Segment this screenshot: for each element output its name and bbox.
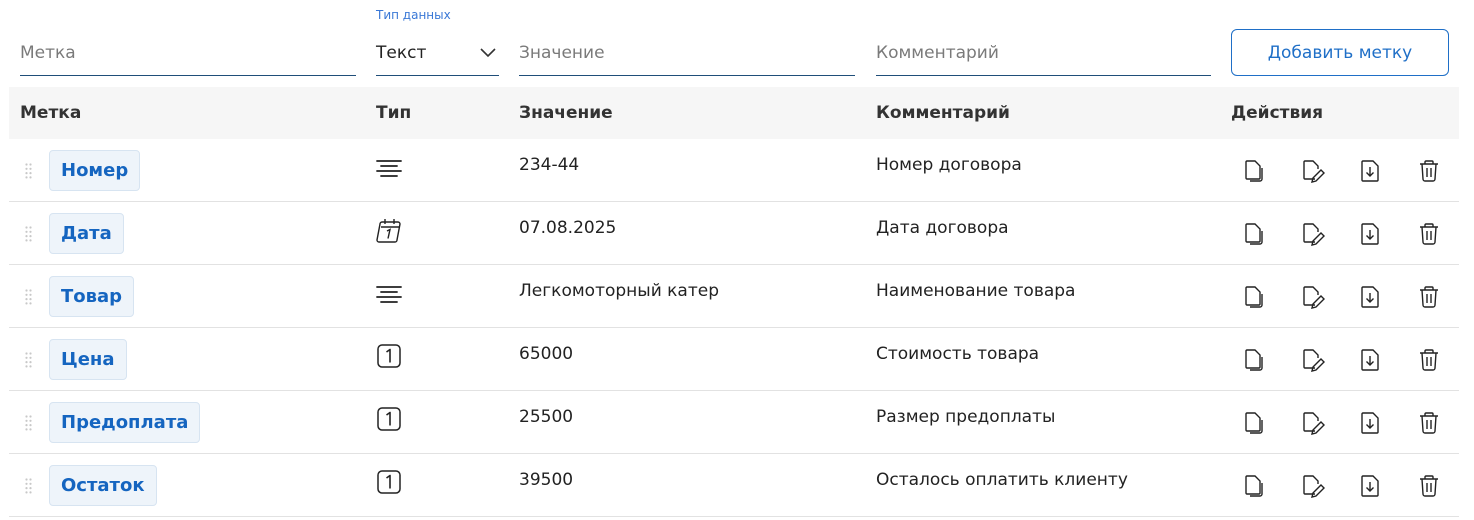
copy-icon[interactable]	[1239, 407, 1271, 439]
text-type-icon	[375, 153, 403, 181]
comment-cell: Наименование товара	[876, 281, 1076, 301]
delete-icon[interactable]	[1413, 407, 1445, 439]
label-tag[interactable]: Остаток	[49, 465, 157, 506]
comment-input[interactable]	[876, 30, 1211, 76]
row-actions	[1239, 470, 1444, 502]
number-type-icon	[375, 342, 403, 370]
row-actions	[1239, 155, 1444, 187]
row-actions	[1239, 218, 1444, 250]
drag-handle-icon[interactable]	[25, 289, 32, 305]
insert-icon[interactable]	[1355, 407, 1387, 439]
label-input[interactable]	[20, 30, 356, 76]
header-actions: Действия	[1231, 103, 1324, 123]
row-actions	[1239, 281, 1444, 313]
edit-icon[interactable]	[1297, 218, 1329, 250]
delete-icon[interactable]	[1413, 155, 1445, 187]
edit-icon[interactable]	[1297, 155, 1329, 187]
date-type-icon	[375, 216, 403, 244]
comment-cell: Номер договора	[876, 155, 1022, 175]
table-row: Номер 234-44 Номер договора	[9, 139, 1459, 202]
drag-handle-icon[interactable]	[25, 478, 32, 494]
copy-icon[interactable]	[1239, 155, 1271, 187]
delete-icon[interactable]	[1413, 218, 1445, 250]
table-row: Предоплата 25500 Размер предоплаты	[9, 391, 1459, 454]
comment-cell: Стоимость товара	[876, 344, 1040, 364]
labels-table: Метка Тип Значение Комментарий Действия …	[9, 87, 1459, 517]
chevron-down-icon	[480, 48, 496, 58]
label-tag[interactable]: Предоплата	[49, 402, 201, 443]
insert-icon[interactable]	[1355, 218, 1387, 250]
text-type-icon	[375, 279, 403, 307]
table-row: Товар Легкомоторный катер Наименование тов…	[9, 265, 1459, 328]
comment-cell: Осталось оплатить клиенту	[876, 470, 1128, 490]
number-type-icon	[375, 468, 403, 496]
number-type-icon	[375, 405, 403, 433]
copy-icon[interactable]	[1239, 281, 1271, 313]
copy-icon[interactable]	[1239, 218, 1271, 250]
comment-cell: Дата договора	[876, 218, 1009, 238]
header-value: Значение	[519, 103, 613, 123]
insert-icon[interactable]	[1355, 155, 1387, 187]
comment-cell: Размер предоплаты	[876, 407, 1056, 427]
label-tag[interactable]: Товар	[49, 276, 135, 317]
header-comment: Комментарий	[876, 103, 1010, 123]
edit-icon[interactable]	[1297, 407, 1329, 439]
drag-handle-icon[interactable]	[25, 415, 32, 431]
drag-handle-icon[interactable]	[25, 226, 32, 242]
label-tag[interactable]: Дата	[49, 213, 124, 254]
delete-icon[interactable]	[1413, 470, 1445, 502]
insert-icon[interactable]	[1355, 344, 1387, 376]
value-input[interactable]	[519, 30, 855, 76]
value-cell: 234-44	[519, 155, 580, 175]
table-row: Цена 65000 Стоимость товара	[9, 328, 1459, 391]
insert-icon[interactable]	[1355, 470, 1387, 502]
table-row: Дата 07.08.2025 Дата договора	[9, 202, 1459, 265]
add-label-button[interactable]: Добавить метку	[1231, 29, 1449, 76]
value-cell: 07.08.2025	[519, 218, 617, 238]
copy-icon[interactable]	[1239, 344, 1271, 376]
row-actions	[1239, 344, 1444, 376]
type-caption: Тип данных	[376, 8, 451, 22]
header-type: Тип	[376, 103, 412, 123]
table-body: Номер 234-44 Номер договора Дата 07.08.2025 Д…	[9, 139, 1459, 517]
label-tag[interactable]: Цена	[49, 339, 127, 380]
value-cell: 39500	[519, 470, 574, 490]
header-label: Метка	[20, 103, 82, 123]
insert-icon[interactable]	[1355, 281, 1387, 313]
drag-handle-icon[interactable]	[25, 352, 32, 368]
table-header: Метка Тип Значение Комментарий Действия	[9, 87, 1459, 139]
drag-handle-icon[interactable]	[25, 163, 32, 179]
row-actions	[1239, 407, 1444, 439]
type-select-value: Текст	[376, 43, 427, 63]
edit-icon[interactable]	[1297, 470, 1329, 502]
edit-icon[interactable]	[1297, 344, 1329, 376]
delete-icon[interactable]	[1413, 281, 1445, 313]
value-cell: 25500	[519, 407, 574, 427]
delete-icon[interactable]	[1413, 344, 1445, 376]
table-row: Остаток 39500 Осталось оплатить клиенту	[9, 454, 1459, 517]
value-cell: Легкомоторный катер	[519, 281, 719, 301]
edit-icon[interactable]	[1297, 281, 1329, 313]
label-tag[interactable]: Номер	[49, 150, 141, 191]
copy-icon[interactable]	[1239, 470, 1271, 502]
value-cell: 65000	[519, 344, 574, 364]
type-select[interactable]: Текст	[376, 30, 499, 76]
